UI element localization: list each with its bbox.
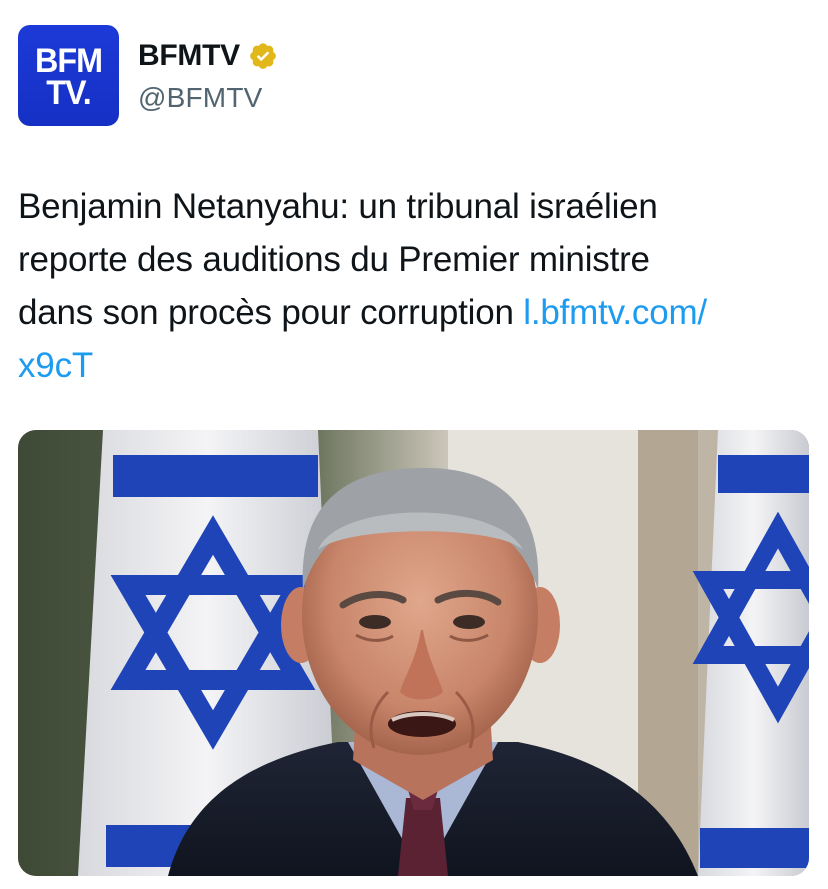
- tweet-text-line: dans son procès pour corruption l.bfmtv.…: [18, 286, 818, 339]
- avatar[interactable]: BFM TV.: [18, 24, 119, 126]
- display-name[interactable]: BFMTV: [138, 39, 240, 73]
- tweet-text: Benjamin Netanyahu: un tribunal israélie…: [18, 180, 818, 392]
- avatar-logo-line2: TV.: [46, 73, 91, 112]
- tweet-text-fragment: dans son procès pour corruption: [18, 293, 524, 332]
- verified-badge-icon[interactable]: [248, 41, 278, 71]
- tweet-text-line: x9cT: [18, 339, 818, 392]
- tweet-text-line: Benjamin Netanyahu: un tribunal israélie…: [18, 187, 658, 226]
- press-photo: [18, 430, 809, 876]
- tweet-link-continuation[interactable]: x9cT: [18, 346, 93, 385]
- tweet-link[interactable]: l.bfmtv.com/: [523, 293, 707, 332]
- name-row: BFMTV: [138, 36, 278, 76]
- tweet-media-photo[interactable]: [18, 430, 809, 876]
- account-identity: BFMTV @BFMTV: [138, 36, 278, 114]
- account-handle[interactable]: @BFMTV: [138, 82, 278, 114]
- tweet-text-line: reporte des auditions du Premier ministr…: [18, 240, 650, 279]
- tweet-header: BFM TV. BFMTV @BFMTV: [18, 24, 278, 126]
